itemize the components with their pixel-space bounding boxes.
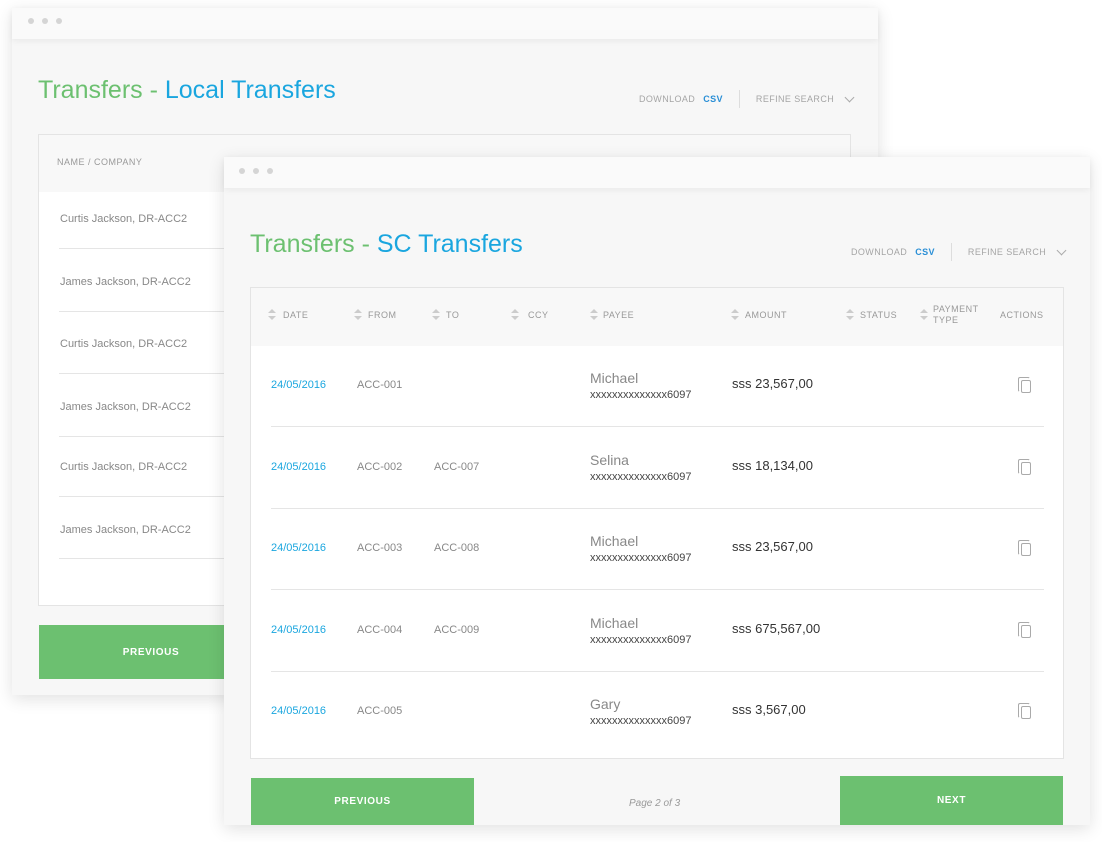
sort-icon[interactable] <box>590 309 598 321</box>
sort-icon[interactable] <box>268 309 276 321</box>
window-dot <box>42 18 48 24</box>
date-link[interactable]: 24/05/2016 <box>271 461 326 473</box>
list-item[interactable]: Curtis Jackson, DR-ACC2 <box>60 213 187 225</box>
payee-account: xxxxxxxxxxxxxx6097 <box>590 552 692 564</box>
divider <box>738 90 740 108</box>
next-button[interactable]: NEXT <box>840 776 1063 825</box>
window-dot <box>267 168 273 174</box>
list-item[interactable]: James Jackson, DR-ACC2 <box>60 401 191 413</box>
table-header: DATE FROM TO CCY PAYEE AMOUNT STATUS PAY… <box>251 288 1063 346</box>
window-dot <box>239 168 245 174</box>
to-account: ACC-009 <box>434 623 480 636</box>
payee-account: xxxxxxxxxxxxxx6097 <box>590 470 692 483</box>
column-amount[interactable]: AMOUNT <box>745 310 787 321</box>
to-account: ACC-007 <box>434 460 480 473</box>
divider <box>271 670 1044 672</box>
copy-icon[interactable] <box>1018 458 1031 475</box>
window-dot <box>56 18 62 24</box>
payee-account: xxxxxxxxxxxxxx6097 <box>590 715 692 727</box>
sort-icon[interactable] <box>354 309 362 321</box>
title-prefix: Transfers - <box>250 230 377 258</box>
copy-icon[interactable] <box>1018 703 1031 719</box>
amount: sss 18,134,00 <box>732 457 813 473</box>
title-main: SC Transfers <box>376 230 523 258</box>
divider <box>59 558 229 559</box>
from-account: ACC-003 <box>357 542 403 554</box>
sort-icon[interactable] <box>846 309 854 321</box>
refine-search-button[interactable]: REFINE SEARCH <box>968 247 1046 257</box>
title-bar <box>224 157 1090 188</box>
date-link[interactable]: 24/05/2016 <box>271 705 326 717</box>
payee-name: Michael <box>590 370 639 386</box>
divider <box>59 436 229 437</box>
amount: sss 3,567,00 <box>732 702 806 717</box>
sort-icon[interactable] <box>511 309 519 321</box>
window-dot <box>28 18 34 24</box>
divider <box>59 311 229 312</box>
list-item[interactable]: Curtis Jackson, DR-ACC2 <box>60 338 187 350</box>
divider <box>59 248 229 249</box>
page-title: Transfers - Local Transfers <box>38 76 336 105</box>
to-account: ACC-008 <box>434 542 480 554</box>
payee-name: Michael <box>590 614 639 631</box>
divider <box>271 589 1044 590</box>
download-csv-link[interactable]: CSV <box>703 94 723 104</box>
payee-name: Gary <box>590 696 621 712</box>
title-prefix: Transfers - <box>38 76 165 104</box>
download-label: DOWNLOAD <box>851 247 908 257</box>
copy-icon[interactable] <box>1018 540 1031 556</box>
from-account: ACC-004 <box>357 623 403 636</box>
title-bar <box>12 8 878 39</box>
column-to[interactable]: TO <box>446 310 459 321</box>
divider <box>59 373 229 374</box>
divider <box>271 507 1044 509</box>
list-item[interactable]: James Jackson, DR-ACC2 <box>60 276 191 288</box>
title-main: Local Transfers <box>164 76 336 104</box>
sort-icon[interactable] <box>432 309 440 321</box>
date-link[interactable]: 24/05/2016 <box>271 542 326 554</box>
payee-account: xxxxxxxxxxxxxx6097 <box>590 389 692 401</box>
column-payment-type[interactable]: PAYMENT TYPE <box>933 304 988 326</box>
toolbar: DOWNLOAD CSV REFINE SEARCH <box>851 243 1067 261</box>
transfers-table: DATE FROM TO CCY PAYEE AMOUNT STATUS PAY… <box>250 287 1064 759</box>
divider <box>271 426 1044 427</box>
page-indicator: Page 2 of 3 <box>629 798 681 809</box>
column-payee[interactable]: PAYEE <box>603 310 634 321</box>
page-title: Transfers - SC Transfers <box>250 230 523 259</box>
from-account: ACC-001 <box>357 379 403 391</box>
amount: sss 23,567,00 <box>732 376 813 391</box>
amount: sss 675,567,00 <box>732 620 821 636</box>
column-from[interactable]: FROM <box>368 310 397 321</box>
sort-icon[interactable] <box>731 309 739 321</box>
refine-search-button[interactable]: REFINE SEARCH <box>756 94 834 104</box>
download-label: DOWNLOAD <box>639 94 696 104</box>
date-link[interactable]: 24/05/2016 <box>271 624 326 636</box>
previous-button[interactable]: PREVIOUS <box>251 778 474 825</box>
chevron-down-icon[interactable] <box>844 92 855 102</box>
divider <box>950 243 952 261</box>
amount: sss 23,567,00 <box>732 539 813 554</box>
from-account: ACC-002 <box>357 460 403 473</box>
list-item[interactable]: James Jackson, DR-ACC2 <box>60 524 191 536</box>
download-csv-link[interactable]: CSV <box>915 247 935 257</box>
column-actions: ACTIONS <box>1000 310 1044 320</box>
sc-transfers-window: Transfers - SC Transfers DOWNLOAD CSV RE… <box>224 157 1090 825</box>
sort-icon[interactable] <box>920 309 928 321</box>
copy-icon[interactable] <box>1018 621 1031 638</box>
column-status[interactable]: STATUS <box>860 310 897 321</box>
date-link[interactable]: 24/05/2016 <box>271 379 326 391</box>
toolbar: DOWNLOAD CSV REFINE SEARCH <box>639 90 855 108</box>
payee-name: Selina <box>590 451 629 468</box>
window-dot <box>253 168 259 174</box>
from-account: ACC-005 <box>357 705 403 717</box>
payee-account: xxxxxxxxxxxxxx6097 <box>590 633 692 646</box>
column-name-company[interactable]: NAME / COMPANY <box>57 157 142 168</box>
column-ccy[interactable]: CCY <box>528 310 549 321</box>
column-date[interactable]: DATE <box>283 310 308 321</box>
copy-icon[interactable] <box>1018 377 1031 393</box>
payee-name: Michael <box>590 533 639 549</box>
chevron-down-icon[interactable] <box>1056 245 1067 255</box>
list-item[interactable]: Curtis Jackson, DR-ACC2 <box>60 461 187 473</box>
divider <box>59 496 229 497</box>
